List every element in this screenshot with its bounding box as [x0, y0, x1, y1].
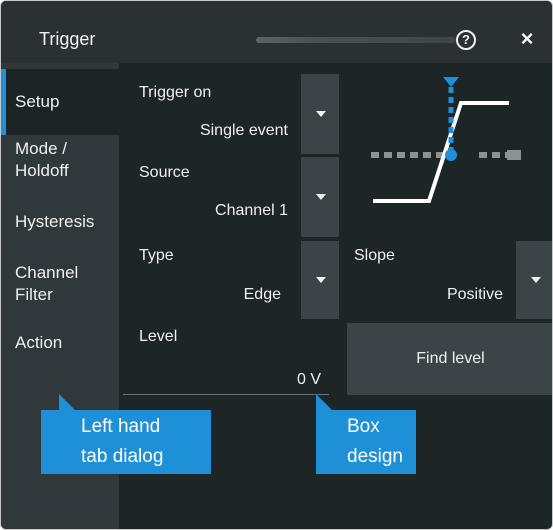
trigger-point-icon [445, 149, 457, 161]
tab-label: Holdoff [15, 161, 69, 180]
tab-setup[interactable]: Setup [1, 69, 119, 135]
slope-label: Slope [354, 247, 395, 264]
level-label: Level [139, 328, 178, 345]
tab-label: Filter [15, 285, 53, 304]
source-value: Channel 1 [215, 202, 288, 219]
chevron-down-icon [316, 277, 326, 283]
level-underline [123, 394, 329, 395]
tab-label: Mode / [15, 139, 67, 158]
help-icon[interactable]: ? [456, 30, 476, 50]
slope-dropdown[interactable] [516, 241, 552, 319]
trigger-dialog: Trigger ? × Setup Mode / Holdoff Hystere… [0, 0, 553, 530]
tab-label: Hysteresis [15, 212, 95, 231]
tab-label: Channel [15, 263, 79, 282]
find-level-button[interactable]: Find level [347, 323, 552, 395]
drag-handle[interactable] [256, 37, 456, 43]
level-marker-icon [507, 150, 521, 160]
callout-box-design: Box design [316, 410, 416, 474]
tab-hysteresis[interactable]: Hysteresis [1, 211, 119, 233]
callout-line: tab dialog [81, 446, 164, 467]
type-value: Edge [243, 286, 281, 303]
source-label: Source [139, 164, 190, 181]
chevron-down-icon [531, 277, 541, 283]
slope-value: Positive [446, 286, 503, 303]
trigger-on-dropdown[interactable] [301, 74, 339, 154]
type-dropdown[interactable] [301, 241, 339, 319]
callout-line: design [347, 446, 403, 467]
level-value[interactable]: 0 V [201, 371, 321, 389]
type-label: Type [139, 247, 174, 264]
trigger-on-label: Trigger on [139, 84, 212, 101]
callout-left-hand-tab-dialog: Left hand tab dialog [41, 410, 211, 474]
callout-line: Box [347, 416, 380, 437]
chevron-down-icon [316, 111, 326, 117]
dialog-title: Trigger [39, 29, 96, 49]
close-icon[interactable]: × [514, 26, 540, 52]
tab-label: Setup [15, 92, 60, 111]
tab-mode-holdoff[interactable]: Mode / Holdoff [1, 138, 119, 182]
callout-line: Left hand [81, 416, 161, 437]
dialog-titlebar[interactable]: Trigger ? × [1, 1, 552, 63]
tab-action[interactable]: Action [1, 332, 119, 354]
tab-channel-filter[interactable]: Channel Filter [1, 262, 119, 306]
positive-edge-trigger-icon [361, 73, 531, 213]
tab-label: Action [15, 333, 63, 352]
source-dropdown[interactable] [301, 157, 339, 237]
trigger-on-value: Single event [199, 122, 288, 139]
chevron-down-icon [316, 194, 326, 200]
